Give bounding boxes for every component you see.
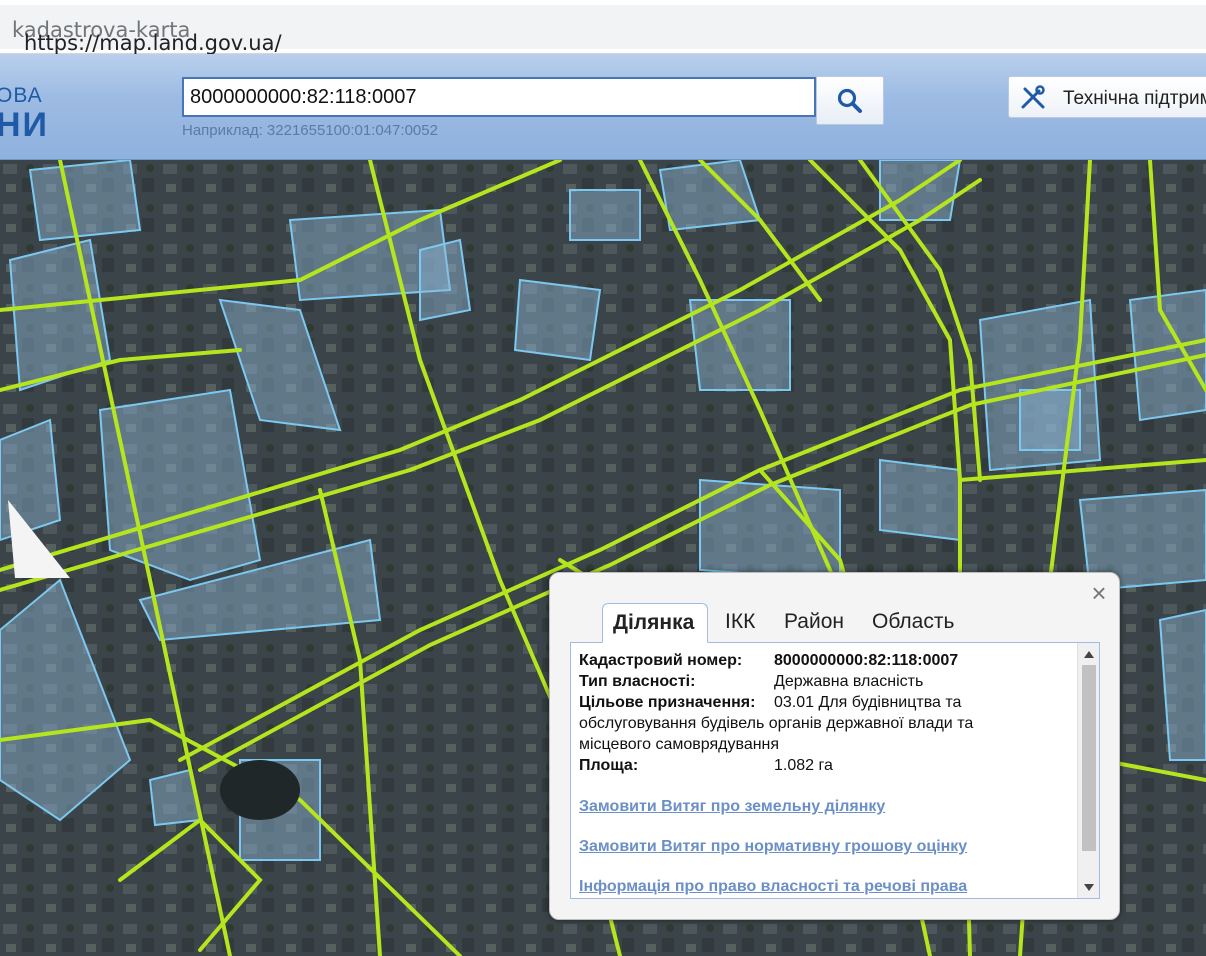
url-field[interactable]: https://map.land.gov.ua/kadastrova-karta [0,5,1206,55]
scroll-thumb[interactable] [1082,665,1096,851]
browser-address-bar: https://map.land.gov.ua/kadastrova-karta [0,0,1206,55]
parcel-info-popup: × Ділянка ІКК Район Область Кадастровий … [549,572,1120,920]
tab-parcel[interactable]: Ділянка [602,603,708,643]
cadastral-search-input[interactable] [182,77,816,117]
tab-region[interactable]: Область [862,603,964,643]
search-icon [837,88,862,113]
tech-support-button[interactable]: Технічна підтрим [1008,76,1206,118]
scroll-up-arrow-icon[interactable] [1084,651,1094,658]
popup-scrollbar[interactable] [1077,643,1099,898]
search-hint: Наприклад: 3221655100:01:047:0052 [182,122,438,139]
url-host: https://map.land.gov.ua/ [24,31,282,55]
ownership-rights-info-link[interactable]: Інформація про право власності та речові… [579,878,967,896]
close-icon[interactable]: × [1088,580,1110,606]
area-label: Площа: [579,757,639,774]
popup-pointer [8,500,70,578]
purpose-value-line2: обслуговування будівель органів державно… [579,715,974,732]
order-parcel-extract-link[interactable]: Замовити Витяг про земельну ділянку [579,798,885,816]
pond [220,760,300,820]
purpose-label: Цільове призначення: [579,694,756,711]
ownership-type-value: Державна власність [774,673,924,690]
logo-text-bottom: НИ [0,106,49,144]
ownership-type-label: Тип власності: [579,673,696,690]
parcel-details: Кадастровий номер: 8000000000:82:118:000… [570,643,1100,899]
tools-icon [1021,85,1045,109]
logo-text-top: ОВА [0,84,43,107]
tab-district[interactable]: Район [774,603,854,643]
tab-ikk[interactable]: ІКК [715,603,765,643]
area-value: 1.082 га [774,757,833,774]
cadastral-number-label: Кадастровий номер: [579,652,743,669]
purpose-value-line3: місцевого самоврядування [579,736,780,753]
order-valuation-extract-link[interactable]: Замовити Витяг про нормативну грошову оц… [579,838,967,856]
tech-support-label: Технічна підтрим [1063,88,1206,109]
purpose-value-line1: 03.01 Для будівництва та [774,694,962,711]
scroll-down-arrow-icon[interactable] [1084,884,1094,891]
search-button[interactable] [816,76,884,125]
cadastral-number-value: 8000000000:82:118:0007 [774,652,959,669]
site-header: ОВА НИ Наприклад: 3221655100:01:047:0052… [0,54,1206,160]
